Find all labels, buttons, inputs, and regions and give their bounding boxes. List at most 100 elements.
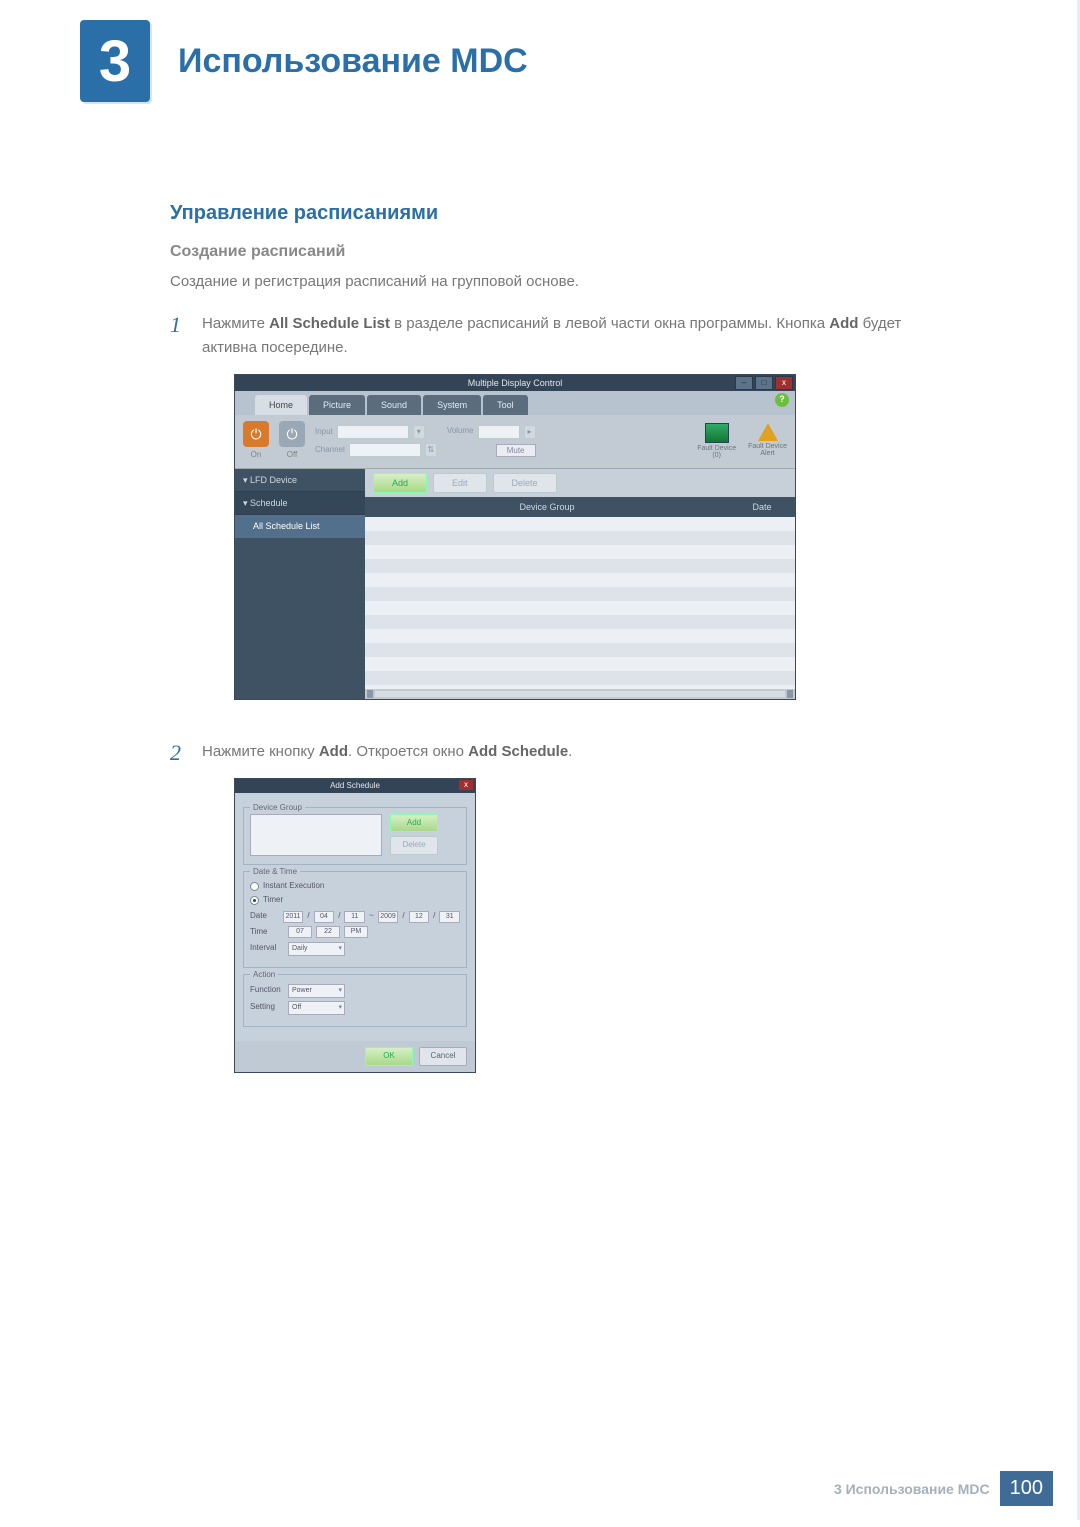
date-day1-stepper[interactable]: 11 xyxy=(344,911,365,923)
datetime-fieldset: Date & Time Instant Execution Timer xyxy=(243,871,467,968)
input-field: Input ▾ xyxy=(315,425,437,439)
tab-sound[interactable]: Sound xyxy=(367,395,421,415)
time-row: Time 07 22 PM xyxy=(250,926,460,939)
horizontal-scrollbar[interactable] xyxy=(365,689,795,699)
cancel-button[interactable]: Cancel xyxy=(419,1047,467,1066)
step-text: в разделе расписаний в левой части окна … xyxy=(390,315,829,332)
maximize-button[interactable]: □ xyxy=(755,376,773,390)
mute-button[interactable]: Mute xyxy=(496,444,536,457)
add-button[interactable]: Add xyxy=(390,814,438,833)
power-off-label: Off xyxy=(287,449,298,462)
mdc-toolbar: ⏻ On ⏻ Off Input ▾ xyxy=(235,415,795,469)
function-select[interactable]: Power xyxy=(288,984,345,998)
chapter-title: Использование MDC xyxy=(178,42,528,81)
volume-label: Volume xyxy=(447,425,474,438)
close-button[interactable]: x xyxy=(775,376,793,390)
schedule-grid xyxy=(365,517,795,688)
warning-icon[interactable] xyxy=(758,423,778,441)
tab-tool[interactable]: Tool xyxy=(483,395,528,415)
monitor-icon[interactable] xyxy=(705,423,729,443)
channel-field: Channel ⇅ xyxy=(315,443,437,457)
radio-icon xyxy=(250,896,259,905)
close-button[interactable]: x xyxy=(459,780,473,790)
tab-picture[interactable]: Picture xyxy=(309,395,365,415)
step-bold: Add Schedule xyxy=(468,743,568,760)
chevron-down-icon[interactable]: ▾ xyxy=(413,425,425,439)
window-control-buttons: – □ x xyxy=(735,376,793,390)
date-month2-stepper[interactable]: 12 xyxy=(409,911,430,923)
radio-label: Timer xyxy=(263,894,283,907)
spinner-icon[interactable]: ⇅ xyxy=(425,443,437,457)
delete-button[interactable]: Delete xyxy=(390,836,438,855)
fault-alert-group: Fault Device Alert xyxy=(748,423,787,460)
power-on-label: On xyxy=(251,449,262,462)
delete-button[interactable]: Delete xyxy=(493,473,557,493)
intro-paragraph: Создание и регистрация расписаний на гру… xyxy=(170,271,960,294)
date-year2-stepper[interactable]: 2009 xyxy=(378,911,399,923)
radio-timer[interactable]: Timer xyxy=(250,894,460,907)
fault-area: Fault Device (0) Fault Device Alert xyxy=(697,423,787,460)
step-bold: Add xyxy=(319,743,348,760)
function-label: Function xyxy=(250,984,284,997)
add-schedule-title: Add Schedule xyxy=(330,781,380,790)
time-min-stepper[interactable]: 22 xyxy=(316,926,340,938)
radio-instant-execution[interactable]: Instant Execution xyxy=(250,880,460,893)
fault-device-group: Fault Device (0) xyxy=(697,423,736,460)
add-button[interactable]: Add xyxy=(373,473,427,493)
date-row: Date 2011/ 04/ 11 ~ 2009/ 12/ 31 xyxy=(250,910,460,923)
scroll-right-icon[interactable] xyxy=(787,690,793,698)
minimize-button[interactable]: – xyxy=(735,376,753,390)
step-bold: All Schedule List xyxy=(269,315,390,332)
setting-select[interactable]: Off xyxy=(288,1001,345,1015)
mdc-titlebar: Multiple Display Control – □ x xyxy=(235,375,795,391)
document-page: 3 Использование MDC Управление расписани… xyxy=(0,0,1080,1520)
action-fieldset: Action Function Power Setting Off xyxy=(243,974,467,1027)
date-month1-stepper[interactable]: 04 xyxy=(314,911,335,923)
step-number: 1 xyxy=(170,312,202,726)
radio-icon xyxy=(250,882,259,891)
step-bold: Add xyxy=(829,315,858,332)
channel-label: Channel xyxy=(315,444,345,457)
time-ampm-stepper[interactable]: PM xyxy=(344,926,368,938)
step-item: 2 Нажмите кнопку Add. Откроется окно Add… xyxy=(170,740,960,1073)
mdc-sidebar: ▾ LFD Device ▾ Schedule All Schedule Lis… xyxy=(235,469,365,699)
scrollbar-track[interactable] xyxy=(375,691,785,697)
channel-input[interactable] xyxy=(349,443,421,457)
time-label: Time xyxy=(250,926,284,939)
sidebar-item-all-schedule[interactable]: All Schedule List xyxy=(235,515,365,537)
radio-label: Instant Execution xyxy=(263,880,324,893)
tab-system[interactable]: System xyxy=(423,395,481,415)
ok-button[interactable]: OK xyxy=(365,1047,413,1066)
mdc-window: Multiple Display Control – □ x Home Pict… xyxy=(234,374,796,700)
sidebar-item-lfd[interactable]: ▾ LFD Device xyxy=(235,469,365,492)
date-separator: ~ xyxy=(369,910,374,923)
mdc-body: ▾ LFD Device ▾ Schedule All Schedule Lis… xyxy=(235,469,795,699)
scroll-left-icon[interactable] xyxy=(367,690,373,698)
add-schedule-window: Add Schedule x Device Group Add D xyxy=(234,778,476,1073)
add-schedule-footer: OK Cancel xyxy=(235,1041,475,1072)
time-hour-stepper[interactable]: 07 xyxy=(288,926,312,938)
table-header: Device Group Date xyxy=(365,497,795,517)
steps-list: 1 Нажмите All Schedule List в разделе ра… xyxy=(170,312,960,1073)
date-year1-stepper[interactable]: 2011 xyxy=(283,911,304,923)
page-number: 100 xyxy=(1000,1471,1053,1506)
power-off-group: ⏻ Off xyxy=(279,421,305,462)
volume-slider[interactable] xyxy=(478,425,520,439)
interval-select[interactable]: Daily xyxy=(288,942,345,956)
power-on-button[interactable]: ⏻ xyxy=(243,421,269,447)
input-dropdown[interactable] xyxy=(337,425,409,439)
setting-label: Setting xyxy=(250,1001,284,1014)
interval-label: Interval xyxy=(250,942,284,955)
power-off-button[interactable]: ⏻ xyxy=(279,421,305,447)
step-body: Нажмите кнопку Add. Откроется окно Add S… xyxy=(202,740,960,1073)
date-day2-stepper[interactable]: 31 xyxy=(439,911,460,923)
device-group-list[interactable] xyxy=(250,814,382,856)
chapter-number-badge: 3 xyxy=(80,20,150,102)
help-button[interactable]: ? xyxy=(775,393,789,407)
input-label: Input xyxy=(315,426,333,439)
device-group-fieldset: Device Group Add Delete xyxy=(243,807,467,865)
step-body: Нажмите All Schedule List в разделе расп… xyxy=(202,312,960,726)
tab-home[interactable]: Home xyxy=(255,395,307,415)
sidebar-item-schedule[interactable]: ▾ Schedule xyxy=(235,492,365,515)
edit-button[interactable]: Edit xyxy=(433,473,487,493)
